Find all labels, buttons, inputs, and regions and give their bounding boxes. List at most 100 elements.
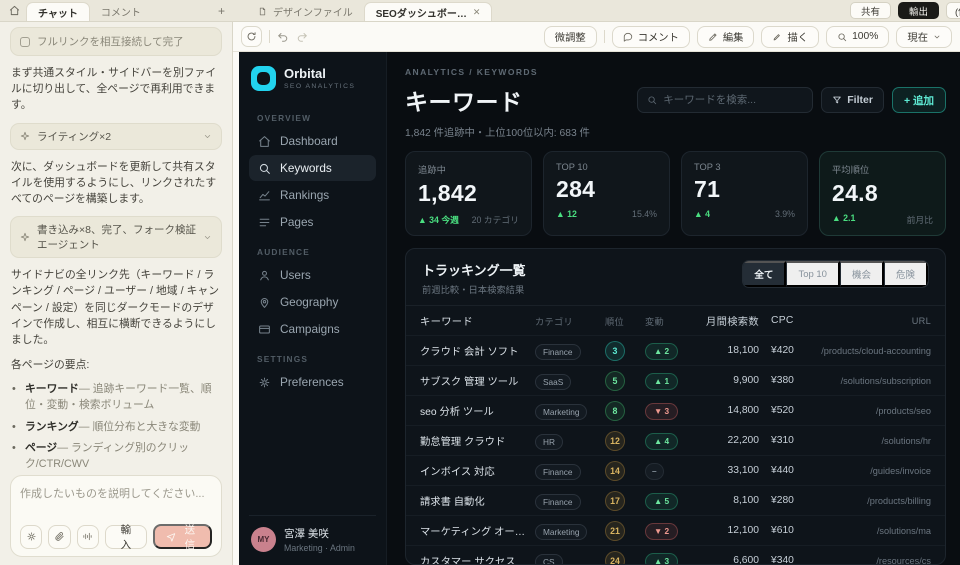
table-row[interactable]: サブスク 管理 ツール SaaS 5 ▲ 1 9,900 ¥380 /solut… — [406, 365, 945, 395]
list-item: • ページ— ランディング別のクリック/CTR/CWV — [12, 442, 189, 469]
table-row[interactable]: インボイス 対応 Finance 14 – 33,100 ¥440 /guide… — [406, 455, 945, 485]
stat-meta: 3.9% — [774, 209, 795, 219]
search-input[interactable] — [663, 94, 804, 106]
keyword-search[interactable] — [637, 87, 814, 113]
cpc-cell: ¥340 — [771, 555, 794, 565]
import-button[interactable]: 輸入 — [105, 524, 147, 551]
dashboard-sidebar: Orbital SEO ANALYTICS OVERVIEW Dashboard K… — [239, 52, 387, 565]
chat-input[interactable] — [20, 485, 212, 515]
table-row[interactable]: 請求書 自動化 Finance 17 ▲ 5 8,100 ¥280 /produ… — [406, 485, 945, 515]
app-window: チャット コメント + デザインファイル SEOダッシュボー… ✕ 共有 輸出 … — [0, 0, 960, 565]
list-item: • ランキング— 順位分布と大きな変動 — [12, 420, 201, 433]
send-icon — [166, 532, 176, 542]
table-row[interactable]: カスタマー サクセス CS 24 ▲ 3 6,600 ¥340 /resourc… — [406, 545, 945, 565]
share-button[interactable]: 共有 — [849, 2, 891, 19]
filter-button[interactable]: Filter — [821, 87, 884, 113]
gear-icon — [258, 376, 271, 389]
agent-chip-writing[interactable]: ライティング×2 — [10, 122, 222, 150]
add-tab-button[interactable]: + — [218, 5, 225, 17]
change-badge: – — [645, 462, 664, 480]
chat-bullets: • キーワード— 追跡キーワード一覧、順位・変動・検索ボリューム • ランキング— 順… — [12, 382, 222, 469]
keyword-cell: 勤怠管理 クラウド — [420, 437, 506, 448]
seo-dashboard-frame: Orbital SEO ANALYTICS OVERVIEW Dashboard K… — [239, 52, 960, 565]
sidebar-item-keywords[interactable]: Keywords — [249, 155, 376, 181]
sidebar-item-users[interactable]: Users — [249, 262, 376, 288]
todo-item[interactable]: フルリンクを相互接続して完了 — [10, 27, 222, 56]
table-row[interactable]: 勤怠管理 クラウド HR 12 ▲ 4 22,200 ¥310 /solutio… — [406, 425, 945, 455]
volume-cell: 12,100 — [727, 525, 760, 536]
keyword-cell: サブスク 管理 ツール — [420, 377, 519, 388]
close-icon[interactable]: ✕ — [473, 7, 481, 17]
edit-button[interactable]: 編集 — [696, 25, 755, 48]
stat-card[interactable]: TOP 10 284 ▲ 12 15.4% — [543, 151, 670, 236]
sidebar-item-preferences[interactable]: Preferences — [249, 369, 376, 395]
sparkle-icon — [20, 232, 30, 242]
stat-change: ▲ 12 — [556, 209, 577, 219]
table-filter-危険[interactable]: 危険 — [883, 261, 928, 287]
sidebar-item-pages[interactable]: Pages — [249, 209, 376, 235]
chat-tab-strip: チャット コメント + — [0, 0, 233, 21]
table-filter-機会[interactable]: 機会 — [839, 261, 884, 287]
settings-button[interactable] — [20, 524, 43, 549]
table-filter-全て[interactable]: 全て — [743, 261, 787, 287]
tab-design-file[interactable]: デザインファイル — [247, 2, 364, 21]
fine-tune-button[interactable]: 微調整 — [543, 25, 597, 48]
tab-comments[interactable]: コメント — [90, 2, 152, 21]
save-button-partial[interactable]: (保 — [946, 2, 960, 19]
sidebar-item-geography[interactable]: Geography — [249, 289, 376, 315]
stat-meta: 15.4% — [632, 209, 657, 219]
table-row[interactable]: seo 分析 ツール Marketing 8 ▼ 3 14,800 ¥520 /… — [406, 395, 945, 425]
file-icon — [258, 7, 267, 16]
comment-button[interactable]: コメント — [611, 25, 690, 48]
chat-messages[interactable]: フルリンクを相互接続して完了 まず共通スタイル・サイドバーを別ファイルに切り出し… — [0, 22, 232, 469]
stat-card[interactable]: 追跡中 1,842 ▲ 34 今週 20 カテゴリ — [405, 151, 532, 236]
url-cell: /guides/invoice — [870, 465, 931, 476]
chat-composer: 輸入 送信 — [10, 475, 222, 557]
user-profile[interactable]: MY 宮澤 美咲 Marketing · Admin — [249, 515, 376, 553]
zoom-button[interactable]: 100% — [826, 25, 890, 48]
checkbox-icon[interactable] — [20, 36, 30, 47]
draw-button[interactable]: 描く — [761, 25, 820, 48]
orbital-logo-icon — [251, 66, 276, 91]
home-icon — [258, 135, 271, 148]
user-icon — [258, 269, 271, 282]
agent-chip-build[interactable]: 書き込み×8、完了、フォーク検証エージェント — [10, 216, 222, 259]
send-button[interactable]: 送信 — [152, 524, 212, 551]
table-row[interactable]: クラウド 会計 ソフト Finance 3 ▲ 2 18,100 ¥420 /p… — [406, 335, 945, 365]
tab-chat[interactable]: チャット — [26, 2, 90, 21]
design-editor: 微調整 コメント 編集 描く 100% 現在 Orbital SEO ANALY… — [233, 22, 960, 565]
url-cell: /solutions/hr — [881, 435, 931, 446]
page-subtitle: 1,842 件追跡中・上位100位以内: 683 件 — [405, 128, 590, 139]
export-button[interactable]: 輸出 — [897, 2, 939, 19]
stat-value: 71 — [694, 176, 721, 202]
stat-cards: 追跡中 1,842 ▲ 34 今週 20 カテゴリ TOP 10 284 ▲ 12… — [405, 151, 946, 236]
sidebar-item-campaigns[interactable]: Campaigns — [249, 316, 376, 342]
sidebar-item-rankings[interactable]: Rankings — [249, 182, 376, 208]
category-badge: CS — [535, 553, 563, 564]
view-mode-dropdown[interactable]: 現在 — [896, 25, 952, 48]
table-row[interactable]: マーケティング オートメーション Marketing 21 ▼ 2 12,100… — [406, 515, 945, 545]
voice-button[interactable] — [76, 524, 100, 549]
undo-button[interactable] — [277, 31, 289, 43]
refresh-button[interactable] — [241, 26, 262, 47]
home-icon[interactable] — [6, 2, 22, 18]
stat-value: 24.8 — [832, 180, 878, 206]
redo-button[interactable] — [296, 31, 308, 43]
stat-card[interactable]: 平均順位 24.8 ▲ 2.1 前月比 — [819, 151, 946, 236]
divider — [269, 30, 270, 43]
attach-button[interactable] — [48, 524, 71, 549]
sidebar-item-dashboard[interactable]: Dashboard — [249, 128, 376, 154]
design-canvas[interactable]: Orbital SEO ANALYTICS OVERVIEW Dashboard K… — [233, 52, 960, 565]
tab-seo-dashboard[interactable]: SEOダッシュボー… ✕ — [363, 2, 493, 21]
table-filter-Top 10[interactable]: Top 10 — [786, 261, 840, 287]
category-badge: SaaS — [535, 373, 572, 390]
add-keyword-button[interactable]: + 追加 — [891, 87, 946, 113]
sidebar-item-label: Dashboard — [280, 134, 338, 148]
url-cell: /solutions/ma — [876, 525, 931, 536]
cpc-cell: ¥420 — [771, 345, 794, 356]
stat-card[interactable]: TOP 3 71 ▲ 4 3.9% — [681, 151, 808, 236]
keyword-cell: seo 分析 ツール — [420, 407, 494, 418]
page-title: キーワード — [405, 89, 523, 115]
change-badge: ▼ 3 — [645, 402, 679, 420]
sidebar-item-label: Geography — [280, 295, 339, 309]
